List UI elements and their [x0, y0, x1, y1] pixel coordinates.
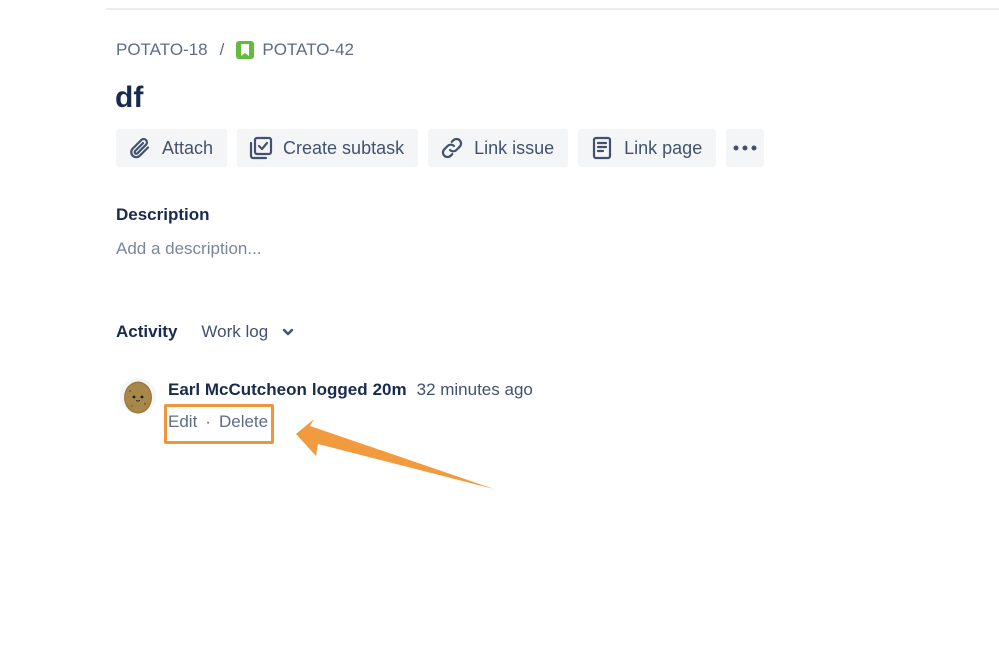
breadcrumb-separator: / [219, 40, 225, 59]
worklog-author[interactable]: Earl McCutcheon [168, 380, 307, 400]
issue-toolbar: Attach Create subtask Link issue Link pa… [116, 129, 765, 167]
breadcrumb: POTATO-18 / POTATO-42 [116, 38, 354, 62]
issue-title[interactable]: df [115, 76, 143, 120]
worklog-edit-link[interactable]: Edit [168, 412, 197, 432]
ellipsis-icon [733, 145, 757, 151]
worklog-entry-summary: Earl McCutcheon logged 20m 32 minutes ag… [168, 378, 533, 402]
create-subtask-button[interactable]: Create subtask [237, 129, 419, 167]
potato-avatar-icon [124, 381, 152, 414]
link-icon [440, 136, 464, 160]
link-issue-button[interactable]: Link issue [428, 129, 569, 167]
activity-filter-dropdown[interactable]: Work log [201, 322, 294, 342]
activity-filter-value: Work log [201, 322, 269, 341]
activity-heading: Activity [116, 322, 178, 341]
description-heading: Description [116, 205, 210, 224]
document-icon [590, 136, 614, 160]
more-actions-button[interactable] [726, 129, 765, 167]
activity-header: Activity Work log [116, 320, 294, 344]
top-divider [106, 8, 999, 10]
link-issue-button-label: Link issue [474, 137, 555, 158]
bookmark-icon [236, 41, 255, 59]
breadcrumb-parent-issue[interactable]: POTATO-18 [116, 40, 208, 60]
worklog-timestamp[interactable]: 32 minutes ago [417, 380, 533, 400]
worklog-action-separator: · [205, 412, 211, 431]
breadcrumb-current-issue[interactable]: POTATO-42 [262, 40, 354, 60]
create-subtask-button-label: Create subtask [283, 137, 405, 158]
link-page-button[interactable]: Link page [578, 129, 717, 167]
link-page-button-label: Link page [624, 137, 703, 158]
worklog-amount: 20m [372, 380, 407, 399]
chevron-down-icon [282, 328, 294, 336]
worklog-entry-actions: Edit · Delete [168, 410, 268, 434]
attach-button-label: Attach [162, 137, 214, 158]
paperclip-icon [128, 136, 152, 160]
worklog-action: logged [311, 380, 368, 399]
attach-button[interactable]: Attach [116, 129, 228, 167]
avatar[interactable] [120, 378, 156, 414]
checkbox-icon [249, 136, 273, 160]
description-field[interactable]: Add a description... [116, 239, 262, 259]
worklog-delete-link[interactable]: Delete [219, 412, 268, 432]
